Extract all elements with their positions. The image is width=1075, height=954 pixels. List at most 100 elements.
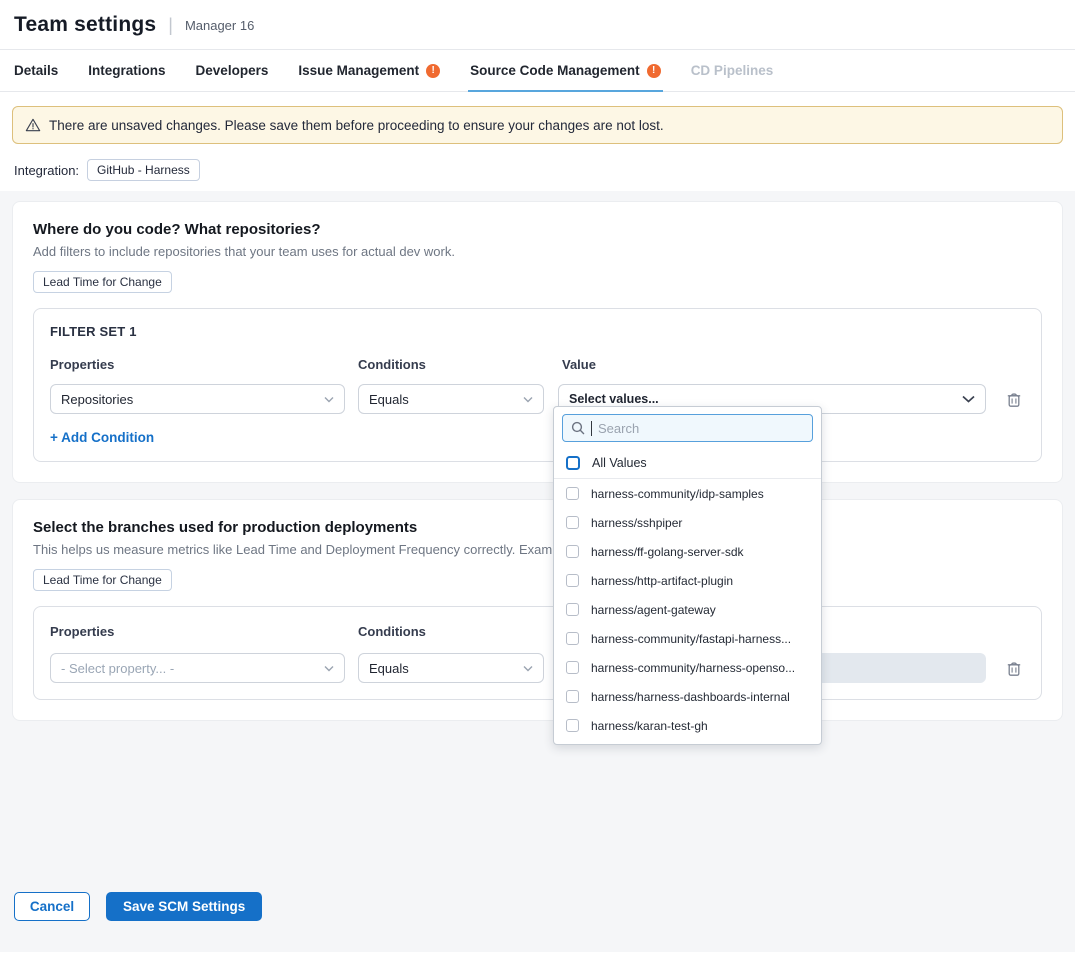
checkbox[interactable] bbox=[566, 516, 579, 529]
filter-row: - Select property... - Equals bbox=[50, 653, 1025, 683]
text-cursor bbox=[591, 421, 592, 436]
branches-card-title: Select the branches used for production … bbox=[33, 519, 1042, 536]
chevron-down-icon bbox=[324, 396, 334, 403]
integration-label: Integration: bbox=[14, 163, 79, 178]
page-header: Team settings | Manager 16 bbox=[0, 0, 1075, 50]
tab-label: Details bbox=[14, 63, 58, 78]
tab-integrations[interactable]: Integrations bbox=[88, 50, 165, 91]
option-label: harness/http-artifact-plugin bbox=[591, 574, 733, 588]
condition-select[interactable]: Equals bbox=[358, 653, 544, 683]
lead-time-tag: Lead Time for Change bbox=[33, 271, 172, 293]
checkbox[interactable] bbox=[566, 487, 579, 500]
search-placeholder: Search bbox=[598, 421, 639, 436]
settings-tabs: Details Integrations Developers Issue Ma… bbox=[0, 50, 1075, 92]
delete-filter-button[interactable] bbox=[1006, 391, 1022, 408]
chevron-down-icon bbox=[324, 665, 334, 672]
filter-column-labels: Properties Conditions bbox=[50, 624, 1025, 639]
option-label: harness/karan-test-gh bbox=[591, 719, 708, 733]
filter-set-title: FILTER SET 1 bbox=[50, 324, 1025, 339]
content-top: There are unsaved changes. Please save t… bbox=[0, 92, 1075, 191]
values-dropdown-panel: Search All Values harness-community/idp-… bbox=[553, 406, 822, 745]
dropdown-option[interactable]: harness/karan-test-gh bbox=[554, 711, 821, 740]
checkbox[interactable] bbox=[566, 719, 579, 732]
tab-issue-management[interactable]: Issue Management ! bbox=[298, 50, 440, 91]
tab-source-code-management[interactable]: Source Code Management ! bbox=[470, 50, 661, 91]
properties-column-label: Properties bbox=[50, 357, 358, 372]
team-name: Manager 16 bbox=[185, 18, 254, 33]
integration-chip[interactable]: GitHub - Harness bbox=[87, 159, 200, 181]
tab-label: CD Pipelines bbox=[691, 63, 774, 78]
tab-developers[interactable]: Developers bbox=[196, 50, 269, 91]
integration-row: Integration: GitHub - Harness bbox=[12, 159, 1063, 181]
dropdown-option-clipped[interactable]: harness/... bbox=[554, 740, 821, 745]
lead-time-tag: Lead Time for Change bbox=[33, 569, 172, 591]
tab-details[interactable]: Details bbox=[14, 50, 58, 91]
property-select-placeholder: - Select property... - bbox=[61, 661, 174, 676]
tab-cd-pipelines: CD Pipelines bbox=[691, 50, 774, 91]
properties-column-label: Properties bbox=[50, 624, 358, 639]
checkbox[interactable] bbox=[566, 456, 580, 470]
select-all-option[interactable]: All Values bbox=[554, 447, 821, 479]
repositories-card: Where do you code? What repositories? Ad… bbox=[12, 201, 1063, 483]
checkbox[interactable] bbox=[566, 574, 579, 587]
value-multiselect-placeholder: Select values... bbox=[569, 392, 659, 406]
dropdown-option[interactable]: harness/harness-dashboards-internal bbox=[554, 682, 821, 711]
filter-row: Repositories Equals Select values... bbox=[50, 384, 1025, 414]
repositories-card-title: Where do you code? What repositories? bbox=[33, 221, 1042, 238]
warning-badge-icon: ! bbox=[426, 64, 440, 78]
option-label: harness-community/idp-samples bbox=[591, 487, 764, 501]
add-condition-button[interactable]: + Add Condition bbox=[50, 430, 1025, 445]
conditions-column-label: Conditions bbox=[358, 357, 562, 372]
tab-label: Issue Management bbox=[298, 63, 419, 78]
option-label: harness-community/fastapi-harness... bbox=[591, 632, 791, 646]
dropdown-option[interactable]: harness/http-artifact-plugin bbox=[554, 566, 821, 595]
dropdown-option[interactable]: harness/agent-gateway bbox=[554, 595, 821, 624]
dropdown-option[interactable]: harness/ff-golang-server-sdk bbox=[554, 537, 821, 566]
value-column-label: Value bbox=[562, 357, 596, 372]
trash-icon bbox=[1006, 391, 1022, 408]
checkbox[interactable] bbox=[566, 661, 579, 674]
property-select[interactable]: - Select property... - bbox=[50, 653, 345, 683]
dropdown-option[interactable]: harness-community/harness-openso... bbox=[554, 653, 821, 682]
option-label: harness-community/harness-openso... bbox=[591, 661, 795, 675]
cancel-button[interactable]: Cancel bbox=[14, 892, 90, 921]
checkbox[interactable] bbox=[566, 603, 579, 616]
trash-icon bbox=[1006, 660, 1022, 677]
unsaved-changes-banner: There are unsaved changes. Please save t… bbox=[12, 106, 1063, 144]
checkbox[interactable] bbox=[566, 545, 579, 558]
dropdown-search-input[interactable]: Search bbox=[562, 414, 813, 442]
option-label: harness/sshpiper bbox=[591, 516, 682, 530]
filter-set-1: FILTER SET 1 Properties Conditions Value… bbox=[33, 308, 1042, 462]
conditions-column-label: Conditions bbox=[358, 624, 562, 639]
select-all-label: All Values bbox=[592, 456, 647, 470]
tab-label: Integrations bbox=[88, 63, 165, 78]
delete-filter-button[interactable] bbox=[1006, 660, 1022, 677]
checkbox[interactable] bbox=[566, 690, 579, 703]
tab-label: Developers bbox=[196, 63, 269, 78]
spacer bbox=[12, 721, 1063, 892]
dropdown-option[interactable]: harness/sshpiper bbox=[554, 508, 821, 537]
property-select[interactable]: Repositories bbox=[50, 384, 345, 414]
property-select-value: Repositories bbox=[61, 392, 133, 407]
team-settings-page: Team settings | Manager 16 Details Integ… bbox=[0, 0, 1075, 954]
filter-column-labels: Properties Conditions Value bbox=[50, 357, 1025, 372]
checkbox[interactable] bbox=[566, 632, 579, 645]
footer-actions: Cancel Save SCM Settings bbox=[12, 892, 1063, 921]
option-label: harness/harness-dashboards-internal bbox=[591, 690, 790, 704]
dropdown-option[interactable]: harness-community/idp-samples bbox=[554, 479, 821, 508]
condition-select-value: Equals bbox=[369, 661, 409, 676]
chevron-down-icon bbox=[962, 395, 975, 403]
dropdown-option[interactable]: harness-community/fastapi-harness... bbox=[554, 624, 821, 653]
dropdown-options-list: harness-community/idp-samples harness/ss… bbox=[554, 479, 821, 745]
branches-card-subtitle: This helps us measure metrics like Lead … bbox=[33, 542, 1042, 557]
branches-card: Select the branches used for production … bbox=[12, 499, 1063, 721]
option-label: harness/agent-gateway bbox=[591, 603, 716, 617]
option-label: harness/ff-golang-server-sdk bbox=[591, 545, 744, 559]
warning-badge-icon: ! bbox=[647, 64, 661, 78]
tab-label: Source Code Management bbox=[470, 63, 640, 78]
chevron-down-icon bbox=[523, 665, 533, 672]
condition-select[interactable]: Equals bbox=[358, 384, 544, 414]
condition-select-value: Equals bbox=[369, 392, 409, 407]
save-scm-settings-button[interactable]: Save SCM Settings bbox=[106, 892, 262, 921]
branches-filter-set: Properties Conditions - Select property.… bbox=[33, 606, 1042, 700]
